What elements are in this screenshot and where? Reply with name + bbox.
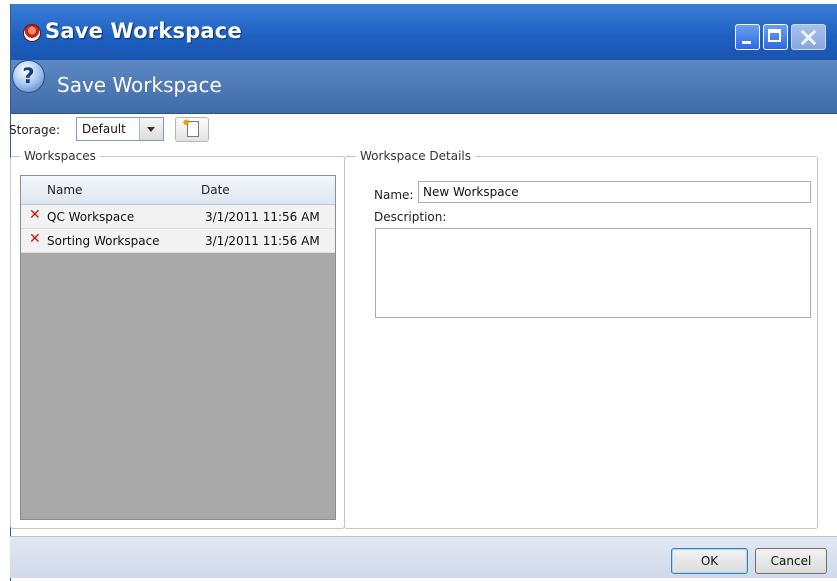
dialog-heading: Save Workspace [57,73,222,97]
delete-x-icon[interactable]: ✕ [29,207,41,223]
storage-label: Storage: [9,123,60,137]
workspace-name: QC Workspace [47,210,135,224]
list-item[interactable]: ✕ QC Workspace 3/1/2011 11:56 AM [21,205,335,229]
workspaces-list[interactable]: Name Date ✕ QC Workspace 3/1/2011 11:56 … [20,175,336,520]
window-title: Save Workspace [45,19,242,43]
app-logo-icon [23,24,41,42]
delete-x-icon[interactable]: ✕ [29,231,41,247]
question-mark-icon: ? [12,60,45,93]
sparkle-icon: ✸ [182,118,191,129]
workspace-date: 3/1/2011 11:56 AM [205,210,320,224]
workspace-details-legend: Workspace Details [356,149,476,163]
name-label: Name: [374,188,414,202]
description-label: Description: [374,210,447,224]
column-header-name[interactable]: Name [47,183,82,197]
ok-button[interactable]: OK [671,548,748,574]
list-item[interactable]: ✕ Sorting Workspace 3/1/2011 11:56 AM [21,229,335,253]
storage-dropdown[interactable]: Default [76,117,164,141]
description-field[interactable] [375,228,811,318]
close-button[interactable] [791,24,826,50]
new-storage-button[interactable]: ✸ [175,117,209,142]
cancel-button[interactable]: Cancel [755,548,827,574]
chevron-down-icon[interactable] [139,118,163,140]
workspaces-legend: Workspaces [20,149,100,163]
list-header: Name Date [21,176,335,205]
minimize-button[interactable] [735,24,760,50]
title-bar[interactable]: Save Workspace [11,4,837,60]
workspace-name: Sorting Workspace [47,234,160,248]
column-header-date[interactable]: Date [201,183,230,197]
maximize-button[interactable] [763,24,788,50]
workspace-date: 3/1/2011 11:56 AM [205,234,320,248]
storage-selected-value: Default [82,122,126,136]
workspace-name-field[interactable] [418,181,811,203]
